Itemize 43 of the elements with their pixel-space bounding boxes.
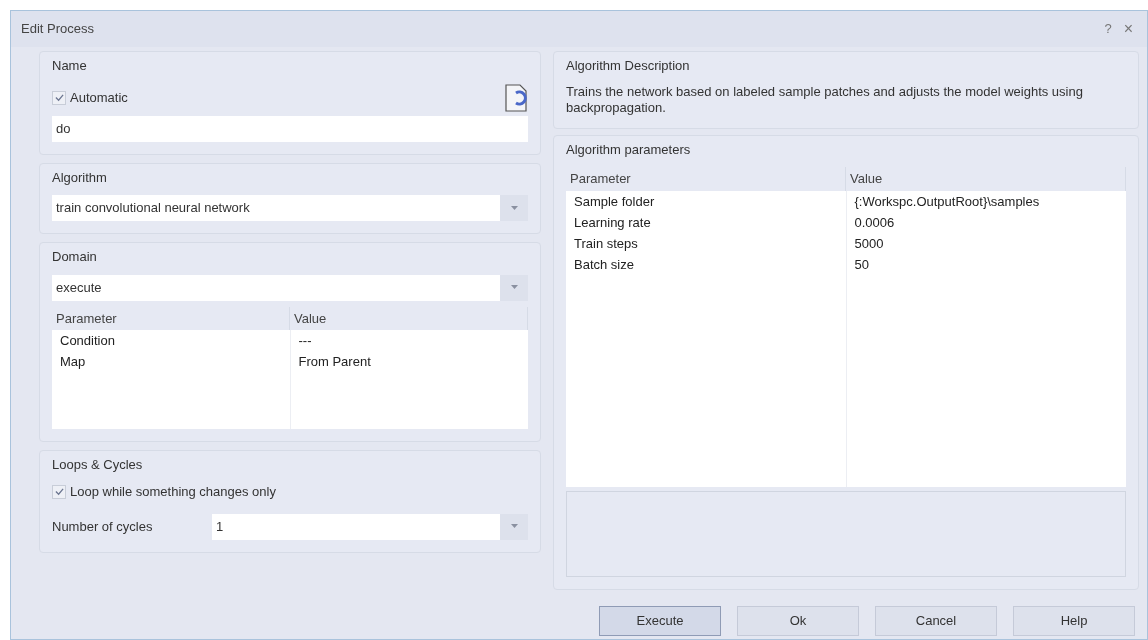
dialog-button[interactable]: Ok	[737, 606, 859, 636]
table-cell-text: 50	[853, 255, 870, 274]
table-cell: Train steps	[566, 232, 847, 254]
cycles-label: Number of cycles	[52, 517, 154, 536]
dialog-button[interactable]: Help	[1013, 606, 1135, 636]
table-cell: Learning rate	[566, 211, 847, 233]
cycles-dropdown[interactable]: 1	[212, 513, 528, 540]
checkbox[interactable]	[52, 90, 66, 105]
table-cell: Batch size	[566, 253, 847, 275]
checkbox-label: Loop while something changes only	[70, 483, 276, 501]
table-cell-text: ---	[297, 332, 313, 350]
name-input[interactable]: do	[52, 115, 528, 142]
window-title: Edit Process	[21, 20, 95, 39]
description-text: Trains the network based on labeled sample patches and adjusts the model weights using backpropagation.	[566, 83, 1084, 116]
caret-icon	[510, 285, 518, 290]
close-button[interactable]: ×	[1119, 17, 1137, 41]
column-header: Value	[846, 167, 1126, 191]
group-title: Algorithm	[52, 168, 108, 187]
group-title: Algorithm Description	[566, 57, 691, 75]
checkbox-label: Automatic	[70, 88, 128, 107]
table-cell: Sample folder	[566, 190, 847, 212]
group-title: Loops & Cycles	[52, 455, 144, 474]
group-title: Algorithm parameters	[566, 140, 692, 159]
dialog-button[interactable]: Execute	[599, 606, 721, 636]
caret-icon	[510, 524, 518, 529]
check-icon	[54, 93, 64, 102]
table-cell-text: 5000	[853, 234, 885, 253]
group-title: Name	[52, 57, 88, 75]
domain-dropdown[interactable]: execute	[52, 274, 528, 301]
help-button[interactable]: ?	[1096, 19, 1120, 39]
table-cell-text: 0.0006	[853, 213, 896, 232]
table-cell: Map	[52, 351, 291, 372]
table-cell-text: From Parent	[297, 353, 372, 371]
dialog-button[interactable]: Cancel	[875, 606, 997, 636]
table-cell: Condition	[52, 330, 291, 351]
checkbox[interactable]	[52, 484, 66, 499]
algorithm-dropdown[interactable]: train convolutional neural network	[52, 195, 528, 221]
check-icon	[54, 487, 64, 497]
caret-icon	[510, 205, 518, 211]
column-header: Parameter	[566, 167, 846, 191]
document-icon	[504, 83, 528, 112]
table-cell-text: {:Workspc.OutputRoot}\samples	[853, 192, 1041, 211]
group-title: Domain	[52, 248, 98, 266]
